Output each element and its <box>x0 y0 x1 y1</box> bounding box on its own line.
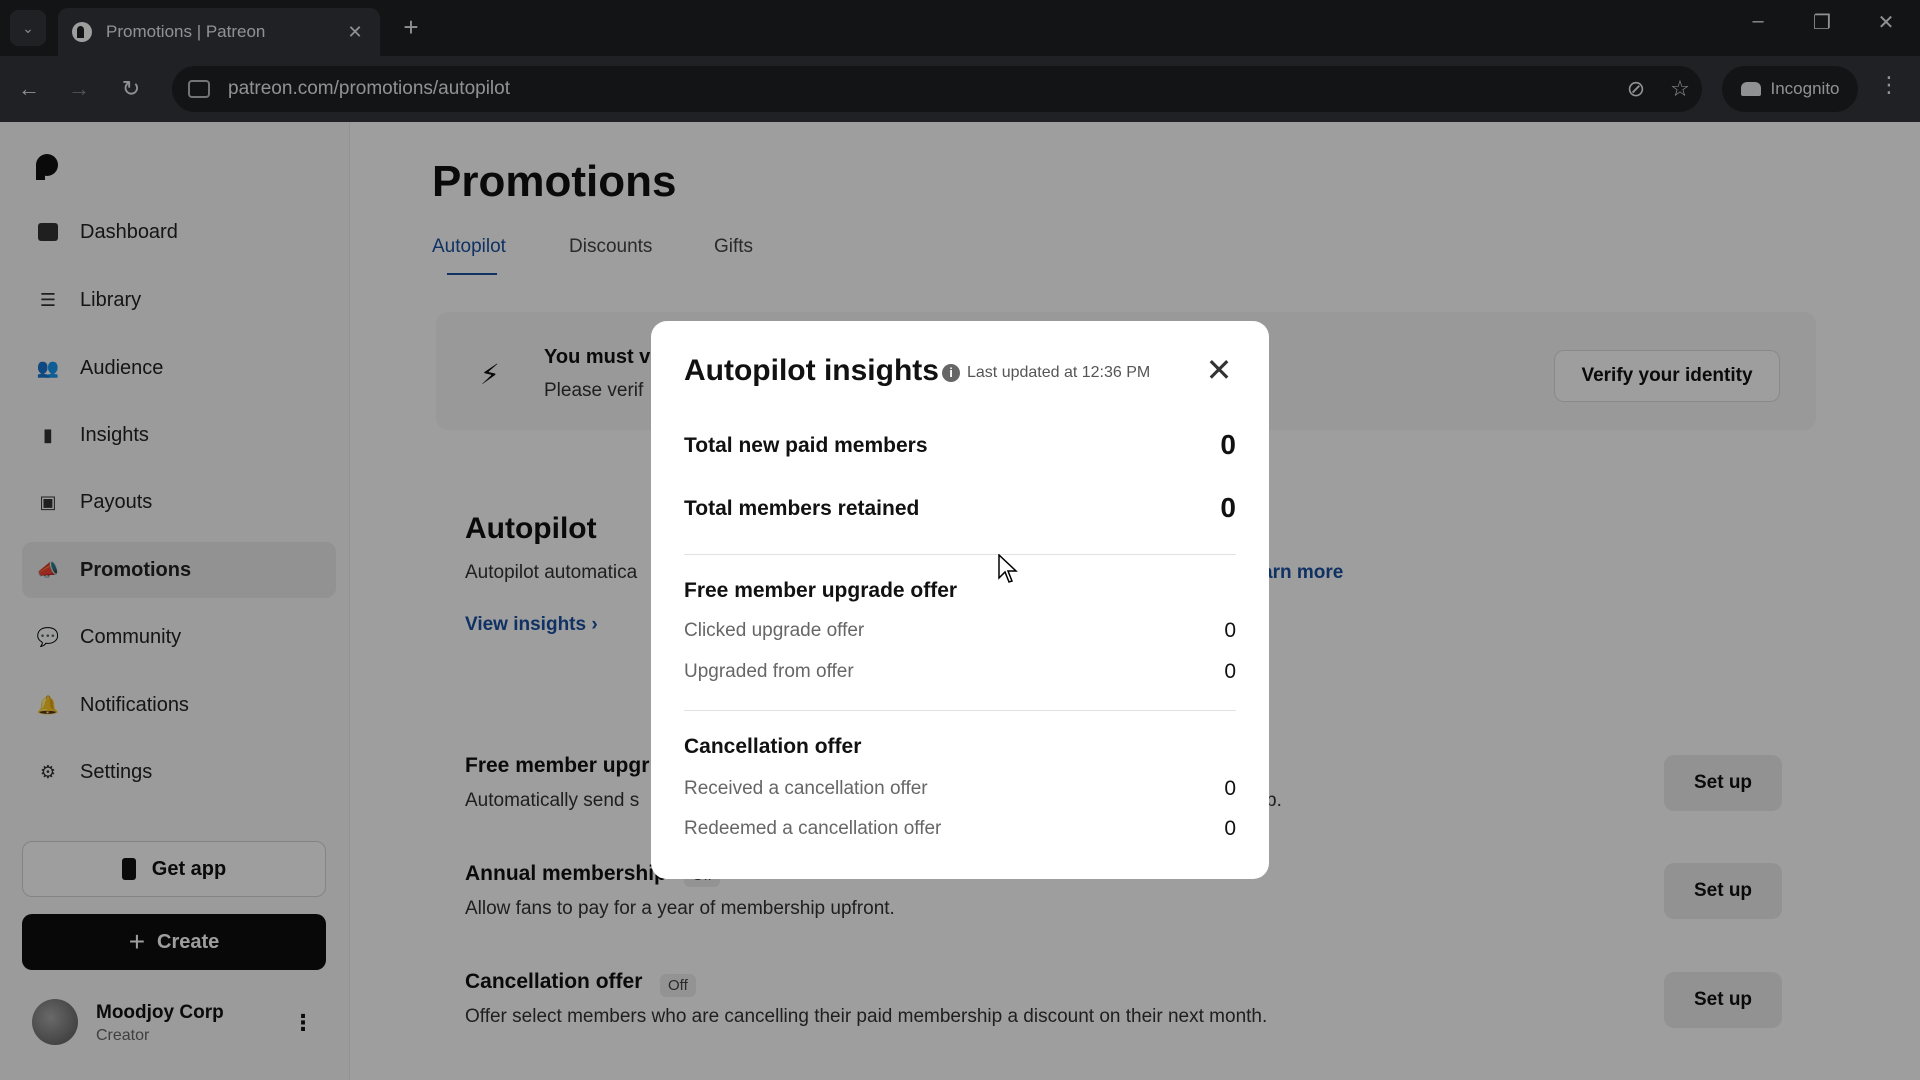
received-cancellation-offer-label: Received a cancellation offer <box>684 778 928 799</box>
upgrade-offer-section-title: Free member upgrade offer <box>684 579 958 602</box>
upgraded-from-offer-value: 0 <box>1224 660 1236 683</box>
received-cancellation-offer-value: 0 <box>1224 777 1236 800</box>
divider <box>684 554 1236 555</box>
autopilot-insights-modal: Autopilot insights i Last updated at 12:… <box>651 321 1269 879</box>
total-members-retained-value: 0 <box>1220 492 1236 523</box>
total-new-paid-members-label: Total new paid members <box>684 434 928 457</box>
info-icon[interactable]: i <box>942 364 960 382</box>
cancellation-offer-section-title: Cancellation offer <box>684 735 862 758</box>
total-members-retained-label: Total members retained <box>684 497 920 520</box>
total-new-paid-members-value: 0 <box>1220 429 1236 460</box>
clicked-upgrade-offer-value: 0 <box>1224 619 1236 642</box>
last-updated-text: Last updated at 12:36 PM <box>967 364 1151 381</box>
close-icon[interactable]: ✕ <box>1201 351 1237 389</box>
modal-title: Autopilot insights <box>684 354 939 387</box>
divider <box>684 710 1236 711</box>
clicked-upgrade-offer-label: Clicked upgrade offer <box>684 620 865 641</box>
redeemed-cancellation-offer-label: Redeemed a cancellation offer <box>684 818 942 839</box>
redeemed-cancellation-offer-value: 0 <box>1224 817 1236 840</box>
upgraded-from-offer-label: Upgraded from offer <box>684 661 854 682</box>
